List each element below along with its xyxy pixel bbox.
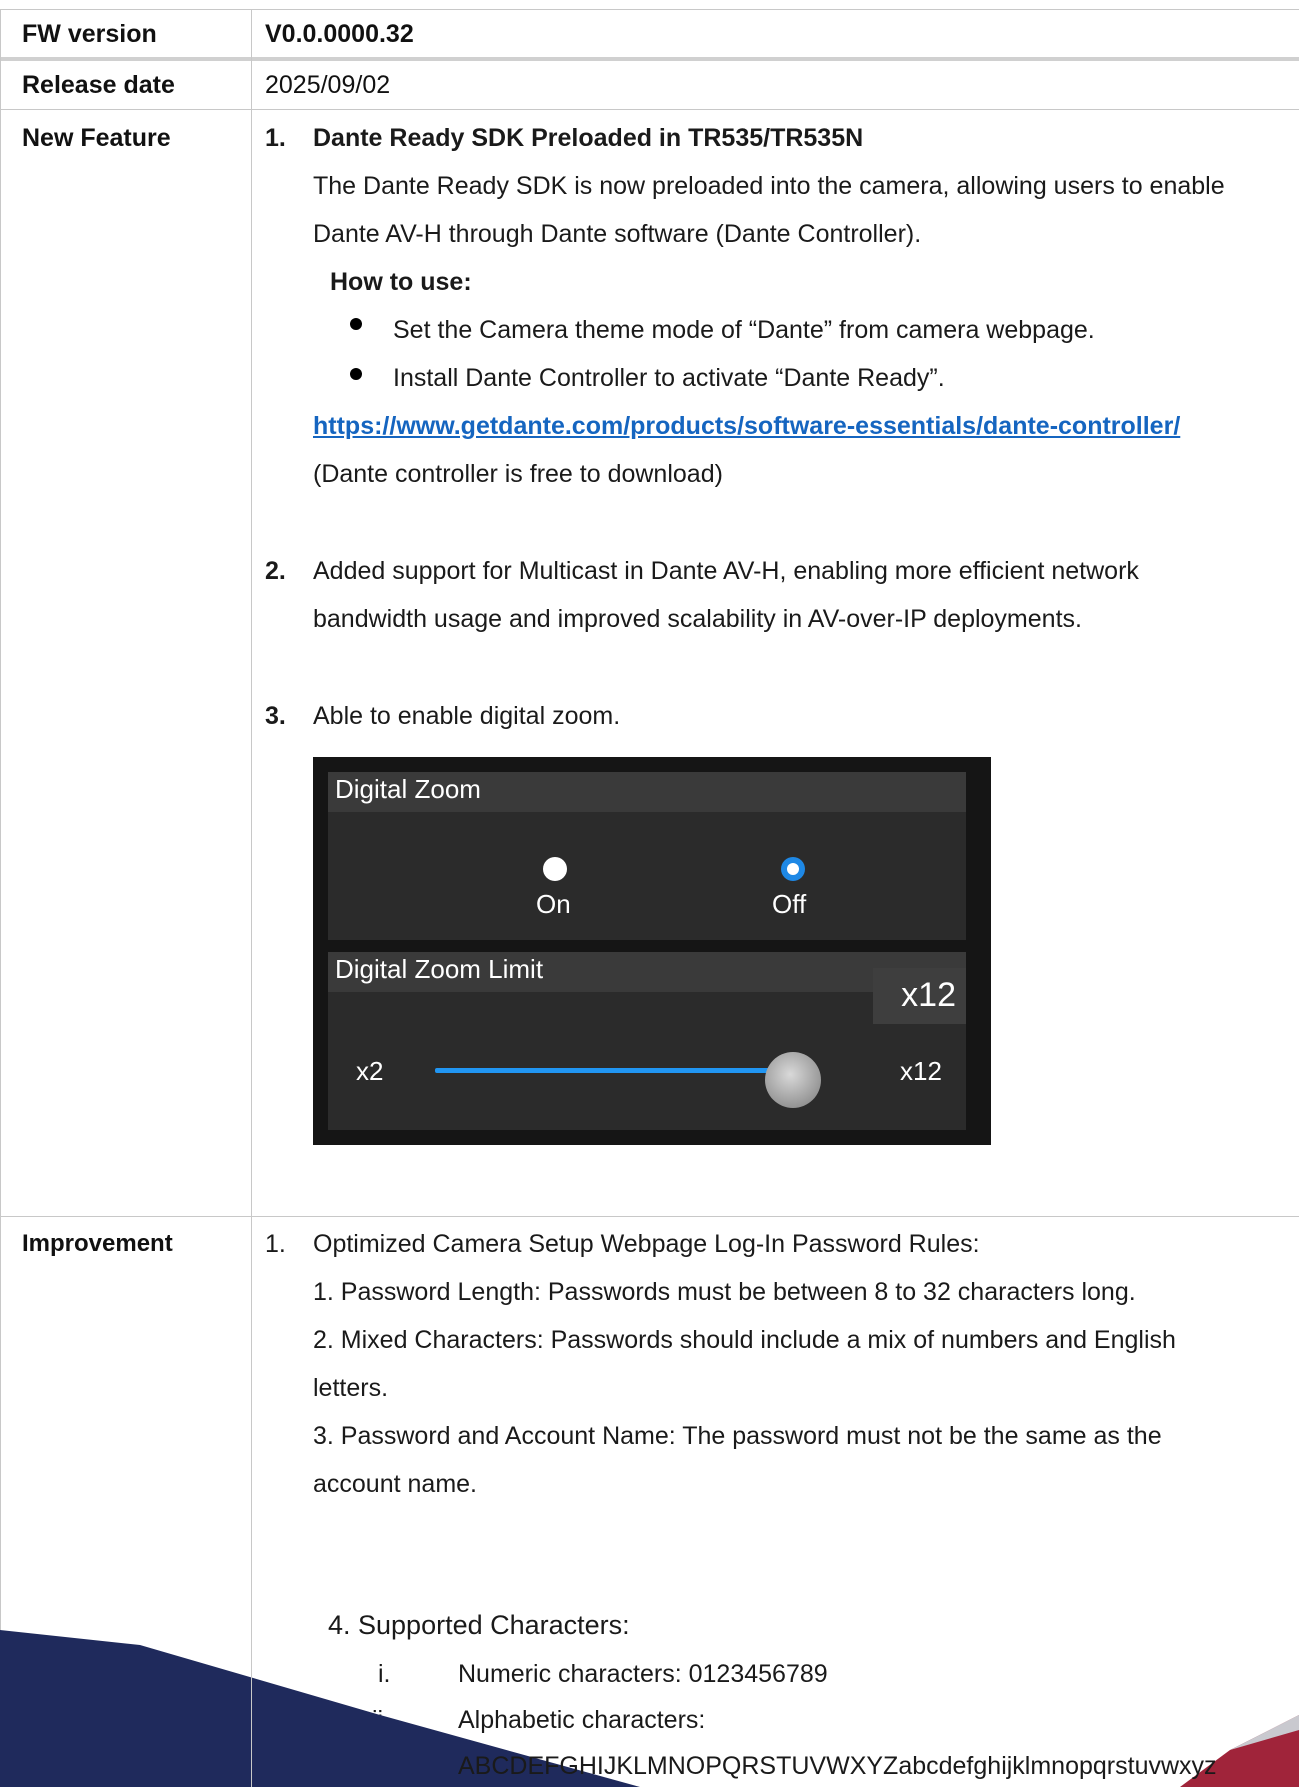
- how-to-step: Install Dante Controller to activate “Da…: [393, 364, 945, 392]
- header-row-divider: [0, 57, 1299, 61]
- radio-on-option[interactable]: [543, 857, 567, 881]
- how-to-step: Set the Camera theme mode of “Dante” fro…: [393, 316, 1095, 344]
- new-feature-label: New Feature: [22, 124, 171, 152]
- feature-1-text-line: Dante AV-H through Dante software (Dante…: [313, 220, 922, 248]
- feature-2-text-line: bandwidth usage and improved scalability…: [313, 605, 1082, 633]
- release-notes-document: FW version V0.0.0000.32 Release date 202…: [0, 0, 1299, 1787]
- feature-3-text: Able to enable digital zoom.: [313, 702, 621, 730]
- table-border-left: [0, 9, 1, 1787]
- item-number: 2.: [265, 557, 286, 585]
- item-number: 3.: [265, 702, 286, 730]
- improvement-label: Improvement: [22, 1230, 173, 1257]
- slider-min-label: x2: [356, 1056, 384, 1086]
- column-divider: [251, 9, 252, 1787]
- feature-1-title: Dante Ready SDK Preloaded in TR535/TR535…: [313, 124, 864, 152]
- item-number: 1.: [265, 124, 286, 152]
- zoom-limit-slider-track[interactable]: [435, 1068, 793, 1073]
- feature-1-text-line: The Dante Ready SDK is now preloaded int…: [313, 172, 1225, 200]
- section-header: Digital Zoom Limit: [328, 952, 966, 992]
- dante-controller-link[interactable]: https://www.getdante.com/products/softwa…: [313, 412, 1180, 441]
- column-divider: [251, 1600, 252, 1787]
- feature-2-text-line: Added support for Multicast in Dante AV-…: [313, 557, 1139, 585]
- release-date-label: Release date: [22, 71, 175, 99]
- password-rule-continued: letters.: [313, 1374, 389, 1402]
- password-rule: 3. Password and Account Name: The passwo…: [313, 1422, 1162, 1450]
- digital-zoom-limit-title: Digital Zoom Limit: [335, 954, 544, 984]
- slider-max-label: x12: [900, 1056, 942, 1086]
- digital-zoom-panel: Digital Zoom On Off Digital Zoom Limit x…: [313, 757, 991, 1145]
- password-rule: 2. Mixed Characters: Passwords should in…: [313, 1326, 1176, 1354]
- zoom-limit-slider-handle[interactable]: [765, 1052, 821, 1108]
- improvement-title: Optimized Camera Setup Webpage Log-In Pa…: [313, 1230, 980, 1258]
- section-header: Digital Zoom: [328, 772, 966, 812]
- zoom-limit-value-box: x12: [873, 968, 966, 1024]
- digital-zoom-section: Digital Zoom On Off: [328, 772, 966, 940]
- how-to-use-heading: How to use:: [330, 268, 472, 296]
- radio-off-option[interactable]: [781, 857, 805, 881]
- free-download-note: (Dante controller is free to download): [313, 460, 723, 488]
- table-border-top: [0, 9, 1299, 10]
- release-date-value: 2025/09/02: [265, 71, 391, 99]
- zoom-limit-value: x12: [901, 976, 956, 1014]
- alphabetic-characters: ABCDEFGHIJKLMNOPQRSTUVWXYZabcdefghijklmn…: [458, 1752, 1217, 1780]
- bullet-icon: [350, 318, 362, 330]
- bullet-icon: [350, 368, 362, 380]
- digital-zoom-title: Digital Zoom: [335, 774, 481, 804]
- password-rule-continued: account name.: [313, 1470, 477, 1498]
- item-number: 1.: [265, 1230, 286, 1258]
- fw-version-label: FW version: [22, 20, 157, 48]
- row-divider: [0, 1216, 1299, 1217]
- fw-version-value: V0.0.0000.32: [265, 20, 414, 48]
- radio-off-label: Off: [772, 889, 807, 919]
- row-divider: [0, 109, 1299, 110]
- radio-on-label: On: [536, 889, 571, 919]
- password-rule: 1. Password Length: Passwords must be be…: [313, 1278, 1136, 1306]
- digital-zoom-limit-section: Digital Zoom Limit x12 x2 x12: [328, 952, 966, 1130]
